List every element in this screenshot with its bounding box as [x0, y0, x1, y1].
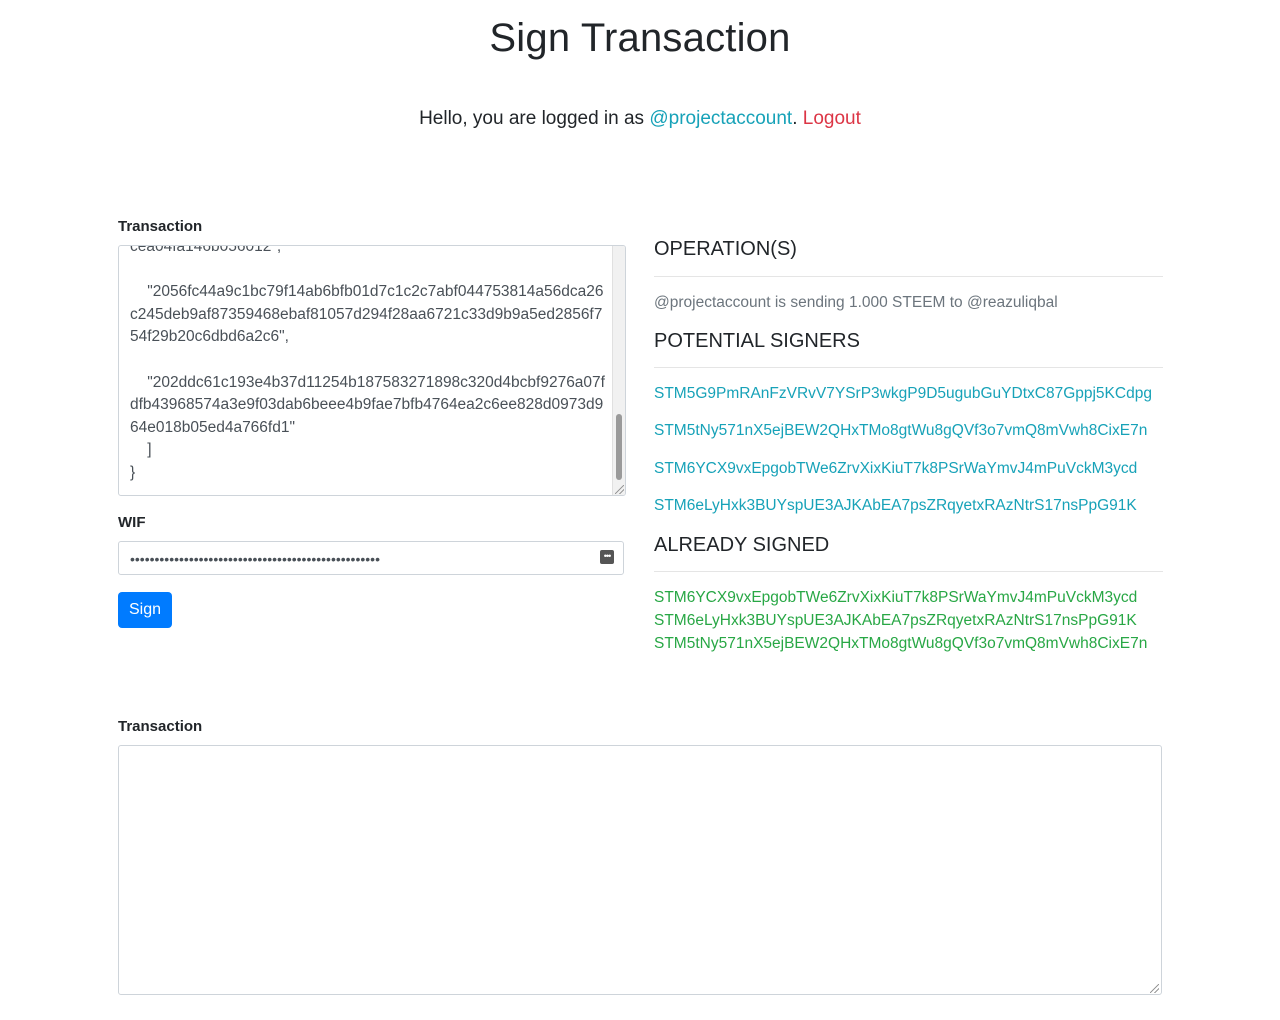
operations-heading: OPERATION(S): [654, 238, 797, 260]
wif-password-input[interactable]: ••••••••••••••••••••••••••••••••••••••••…: [118, 541, 624, 575]
transaction-textarea[interactable]: cea04fa146b056012", "2056fc44a9c1bc79f14…: [118, 245, 626, 496]
username-link[interactable]: @projectaccount: [649, 108, 792, 129]
output-transaction-textarea[interactable]: [118, 745, 1162, 995]
potential-signer-link[interactable]: STM6eLyHxk3BUYspUE3AJKAbEA7psZRqyetxRAzN…: [654, 497, 1137, 515]
login-status: Hello, you are logged in as @projectacco…: [0, 108, 1280, 130]
potential-signer-link[interactable]: STM6YCX9vxEpgobTWe6ZrvXixKiuT7k8PSrWaYmv…: [654, 460, 1137, 478]
divider: [654, 571, 1163, 572]
greeting-text: Hello, you are logged in as: [419, 108, 650, 129]
potential-signer-link[interactable]: STM5tNy571nX5ejBEW2QHxTMo8gtWu8gQVf3o7vm…: [654, 422, 1147, 440]
divider: [654, 276, 1163, 277]
transaction-label: Transaction: [118, 218, 203, 235]
scrollbar-thumb[interactable]: [616, 414, 622, 480]
potential-signer-link[interactable]: STM5G9PmRAnFzVRvV7YSrP3wkgP9D5ugubGuYDtx…: [654, 385, 1152, 403]
signed-key: STM6eLyHxk3BUYspUE3AJKAbEA7psZRqyetxRAzN…: [654, 612, 1137, 629]
signed-key: STM5tNy571nX5ejBEW2QHxTMo8gtWu8gQVf3o7vm…: [654, 635, 1148, 652]
already-signed-heading: ALREADY SIGNED: [654, 534, 830, 556]
password-key-icon[interactable]: •••: [600, 550, 614, 564]
transaction-textarea-content: cea04fa146b056012", "2056fc44a9c1bc79f14…: [130, 245, 605, 481]
sign-button[interactable]: Sign: [118, 592, 172, 628]
signed-key: STM6YCX9vxEpgobTWe6ZrvXixKiuT7k8PSrWaYmv…: [654, 589, 1138, 606]
potential-signers-heading: POTENTIAL SIGNERS: [654, 330, 860, 352]
resize-handle-icon[interactable]: [615, 485, 624, 494]
greeting-separator: .: [792, 108, 803, 129]
divider: [654, 367, 1163, 368]
wif-label: WIF: [118, 514, 146, 531]
textarea-scrollbar[interactable]: [612, 246, 625, 495]
logout-link[interactable]: Logout: [803, 108, 861, 129]
operation-description: @projectaccount is sending 1.000 STEEM t…: [654, 294, 1058, 311]
resize-handle-icon[interactable]: [1150, 984, 1159, 993]
page-title: Sign Transaction: [489, 16, 791, 60]
output-transaction-label: Transaction: [118, 718, 203, 735]
